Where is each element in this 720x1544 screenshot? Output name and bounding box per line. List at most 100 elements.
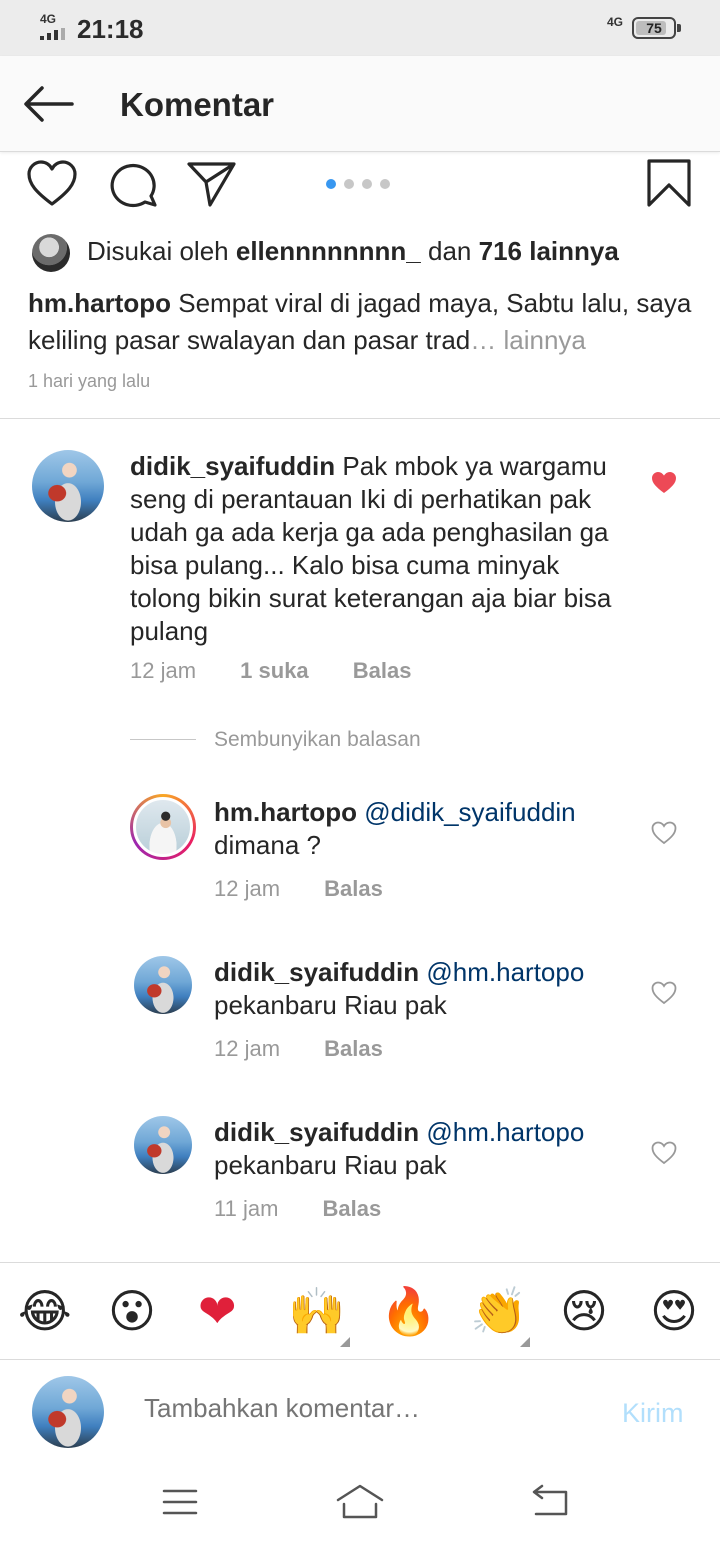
comment-like-count[interactable]: 1 suka [240, 658, 309, 683]
reply-meta: 11 jam Balas [214, 1196, 419, 1222]
avatar[interactable] [32, 450, 104, 522]
comment-button[interactable] [108, 160, 158, 213]
carousel-dot [362, 179, 372, 189]
reply-body: hm.hartopo @didik_syaifuddin dimana ? [214, 796, 634, 862]
battery-icon: 75 [632, 17, 681, 39]
liker-avatar[interactable] [32, 234, 70, 272]
carousel-indicator [326, 176, 398, 189]
reply-mention[interactable]: @hm.hartopo [426, 957, 584, 987]
heart-outline-icon [651, 821, 677, 845]
reply-button[interactable]: Balas [323, 1196, 382, 1221]
carousel-dot [326, 179, 336, 189]
reply-meta: 12 jam Balas [214, 1036, 421, 1062]
clock: 21:18 [77, 14, 144, 44]
reply-button[interactable]: Balas [353, 658, 412, 683]
app-header: Komentar [0, 56, 720, 152]
comment-username[interactable]: didik_syaifuddin [130, 451, 335, 481]
composer-avatar [32, 1376, 104, 1448]
avatar[interactable] [134, 1116, 192, 1174]
menu-lines-icon [162, 1489, 198, 1515]
signal-bars-icon [40, 28, 70, 40]
emoji-quick-bar: 😂 😮 ❤ 🙌 🔥 👏 😢 😍 [0, 1262, 720, 1360]
likes-middle: dan [428, 236, 472, 266]
likes-count[interactable]: 716 lainnya [479, 236, 619, 266]
skin-tone-indicator-icon [340, 1337, 350, 1347]
comment-like-button[interactable] [651, 471, 677, 500]
reply-username[interactable]: hm.hartopo [214, 797, 357, 827]
reply-text: dimana ? [214, 830, 321, 860]
likes-prefix: Disukai oleh [87, 236, 229, 266]
comment-bubble-icon [110, 163, 157, 208]
emoji-heart-eyes-button[interactable]: 😍 [650, 1285, 698, 1337]
divider [0, 418, 720, 419]
caption-username[interactable]: hm.hartopo [28, 288, 171, 318]
reply-item: didik_syaifuddin @hm.hartopo pekanbaru R… [0, 956, 720, 1066]
share-button[interactable] [186, 160, 238, 213]
reply-button[interactable]: Balas [324, 876, 383, 901]
home-button[interactable] [334, 1482, 386, 1527]
emoji-surprised-button[interactable]: 😮 [108, 1285, 156, 1337]
reply-time: 12 jam [214, 876, 281, 901]
bookmark-icon [647, 159, 691, 207]
network-type-left: 4G [40, 12, 57, 26]
reply-username[interactable]: didik_syaifuddin [214, 957, 419, 987]
reply-like-button[interactable] [651, 821, 677, 850]
reply-username[interactable]: didik_syaifuddin [214, 1117, 419, 1147]
reply-like-button[interactable] [651, 1141, 677, 1170]
battery-level: 75 [646, 20, 662, 36]
heart-outline-icon [27, 160, 77, 206]
emoji-clapping-button[interactable]: 👏 [470, 1285, 527, 1337]
reply-time: 11 jam [214, 1196, 279, 1221]
return-icon [532, 1484, 568, 1516]
send-button[interactable]: Kirim [622, 1398, 684, 1429]
reply-mention[interactable]: @hm.hartopo [426, 1117, 584, 1147]
home-icon [336, 1484, 384, 1519]
comment-input[interactable] [144, 1393, 584, 1424]
comment-time: 12 jam [130, 658, 197, 683]
comment-item: didik_syaifuddin Pak mbok ya wargamu sen… [0, 450, 720, 690]
arrow-left-icon [24, 86, 74, 122]
reply-item: didik_syaifuddin @hm.hartopo pekanbaru R… [0, 1116, 720, 1226]
paper-plane-icon [187, 162, 236, 207]
heart-filled-icon [652, 472, 676, 493]
comment-meta: 12 jam 1 suka Balas [130, 658, 450, 684]
emoji-raised-hands-button[interactable]: 🙌 [288, 1285, 345, 1337]
heart-outline-icon [651, 981, 677, 1005]
hide-replies-label: Sembunyikan balasan [214, 728, 421, 751]
emoji-crying-button[interactable]: 😢 [560, 1285, 608, 1337]
reply-text: pekanbaru Riau pak [214, 990, 447, 1020]
caption-more-link[interactable]: lainnya [504, 325, 586, 355]
reply-text: pekanbaru Riau pak [214, 1150, 447, 1180]
carousel-dot [344, 179, 354, 189]
carousel-dot [380, 179, 390, 189]
like-button[interactable] [26, 160, 78, 213]
emoji-heart-button[interactable]: ❤ [198, 1285, 237, 1337]
reply-body: didik_syaifuddin @hm.hartopo pekanbaru R… [214, 956, 634, 1022]
reply-like-button[interactable] [651, 981, 677, 1010]
likes-user[interactable]: ellennnnnnnn_ [236, 236, 421, 266]
reply-body: didik_syaifuddin @hm.hartopo pekanbaru R… [214, 1116, 634, 1182]
network-type-right: 4G [607, 15, 624, 29]
status-bar: 4G 21:18 4G 75 [0, 0, 720, 56]
reply-mention[interactable]: @didik_syaifuddin [364, 797, 575, 827]
reply-item: hm.hartopo @didik_syaifuddin dimana ? 12… [0, 794, 720, 904]
save-button[interactable] [646, 158, 692, 213]
post-caption: hm.hartopo Sempat viral di jagad maya, S… [28, 285, 698, 359]
avatar[interactable] [130, 794, 196, 860]
skin-tone-indicator-icon [520, 1337, 530, 1347]
back-nav-button[interactable] [528, 1484, 572, 1525]
avatar[interactable] [134, 956, 192, 1014]
post-timestamp: 1 hari yang lalu [28, 371, 151, 391]
reply-time: 12 jam [214, 1036, 281, 1061]
menu-button[interactable] [160, 1486, 200, 1523]
back-button[interactable] [22, 84, 74, 124]
reply-meta: 12 jam Balas [214, 876, 421, 902]
reply-button[interactable]: Balas [324, 1036, 383, 1061]
emoji-laughing-button[interactable]: 😂 [18, 1285, 72, 1337]
caption-ellipsis: … [470, 325, 497, 355]
system-nav-bar [0, 1460, 720, 1544]
divider [130, 739, 196, 740]
likes-summary[interactable]: Disukai oleh ellennnnnnnn_ dan 716 lainn… [87, 236, 619, 267]
emoji-fire-button[interactable]: 🔥 [380, 1285, 437, 1337]
comment-body: didik_syaifuddin Pak mbok ya wargamu sen… [130, 450, 630, 648]
